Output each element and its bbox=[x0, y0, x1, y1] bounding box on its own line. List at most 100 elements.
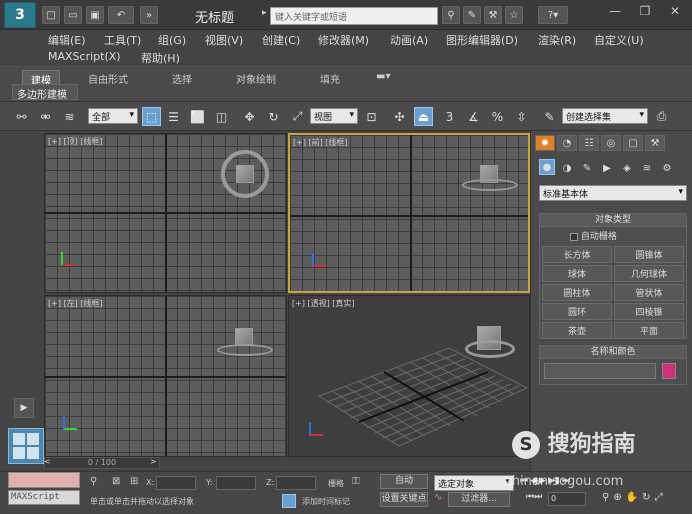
shapes-icon[interactable]: ◑ bbox=[559, 159, 575, 177]
menu-edit[interactable]: 编辑(E) bbox=[48, 32, 86, 48]
tab-freeform[interactable]: 自由形式 bbox=[80, 70, 136, 87]
viewport-layout-icon[interactable] bbox=[8, 428, 44, 464]
z-coordinate-field[interactable] bbox=[276, 476, 316, 490]
object-color-swatch[interactable] bbox=[662, 363, 676, 379]
reference-coord-dropdown[interactable]: 视图 bbox=[310, 108, 358, 124]
rotate-icon[interactable]: ↻ bbox=[264, 107, 283, 126]
viewcube-ring-icon[interactable] bbox=[217, 344, 273, 356]
rectangle-selection-icon[interactable]: ⬜ bbox=[188, 107, 207, 126]
time-prev-icon[interactable]: < bbox=[44, 457, 51, 466]
keyboard-shortcut-override-icon[interactable]: ⏏ bbox=[414, 107, 433, 126]
spinner-snap-icon[interactable]: ⇳ bbox=[512, 107, 531, 126]
tab-selection[interactable]: 选择 bbox=[164, 70, 200, 87]
mirror-icon[interactable]: ⎙ bbox=[652, 107, 671, 126]
restore-icon[interactable]: ❐ bbox=[630, 0, 660, 22]
teapot-button[interactable]: 茶壶 bbox=[542, 322, 612, 339]
tools-icon[interactable]: ✎ bbox=[463, 6, 481, 24]
viewport-top[interactable]: [+] [顶] [线框] bbox=[44, 133, 287, 293]
maximize-viewport-icon[interactable]: ⤢ bbox=[655, 492, 663, 503]
selection-lock-icon[interactable]: ⊠ bbox=[112, 476, 120, 487]
move-icon[interactable]: ✥ bbox=[240, 107, 259, 126]
y-coordinate-field[interactable] bbox=[216, 476, 256, 490]
search-input[interactable]: 键入关键字或短语 bbox=[270, 7, 438, 25]
viewcube-ring-icon[interactable] bbox=[462, 179, 518, 191]
select-manipulate-icon[interactable]: ✣ bbox=[390, 107, 409, 126]
absolute-mode-icon[interactable]: ⊞ bbox=[130, 476, 138, 487]
plane-button[interactable]: 平面 bbox=[614, 322, 684, 339]
rollout-object-type-title[interactable]: 对象类型 bbox=[540, 214, 686, 227]
window-crossing-icon[interactable]: ◫ bbox=[212, 107, 231, 126]
menu-group[interactable]: 组(G) bbox=[158, 32, 186, 48]
selection-set-dropdown[interactable]: 选定对象 bbox=[434, 475, 514, 491]
key-filters-button[interactable]: 过滤器... bbox=[448, 492, 510, 507]
undo-icon[interactable]: ↶ bbox=[108, 6, 134, 24]
viewport-top-label[interactable]: [+] [顶] [线框] bbox=[48, 136, 103, 147]
angle-snap-icon[interactable]: ∡ bbox=[464, 107, 483, 126]
select-object-icon[interactable]: ⬚ bbox=[142, 107, 161, 126]
rollout-name-color-title[interactable]: 名称和颜色 bbox=[540, 346, 686, 359]
key-mode-icon[interactable]: ⏮⏭ bbox=[526, 492, 542, 502]
key-filters-icon[interactable]: ∿ bbox=[434, 492, 442, 503]
community-icon[interactable]: ⚒ bbox=[484, 6, 502, 24]
tab-object-paint[interactable]: 对象绘制 bbox=[228, 70, 284, 87]
motion-tab-icon[interactable]: ◎ bbox=[601, 135, 621, 151]
menu-rendering[interactable]: 渲染(R) bbox=[538, 32, 576, 48]
time-next-icon[interactable]: > bbox=[150, 457, 157, 466]
utilities-tab-icon[interactable]: ⚒ bbox=[645, 135, 665, 151]
new-file-icon[interactable]: □ bbox=[42, 6, 60, 24]
auto-key-button[interactable]: 自动 bbox=[380, 474, 428, 489]
bind-spacewarp-icon[interactable]: ≋ bbox=[60, 107, 79, 126]
pan-icon[interactable]: ✋ bbox=[626, 492, 638, 503]
key-icon[interactable]: ⚿ bbox=[352, 476, 360, 487]
menu-create[interactable]: 创建(C) bbox=[262, 32, 300, 48]
snap-toggle-icon[interactable]: 3 bbox=[440, 107, 459, 126]
ribbon-panel-polygon-modeling[interactable]: 多边形建模 bbox=[12, 84, 78, 101]
display-tab-icon[interactable]: ▢ bbox=[623, 135, 643, 151]
menu-views[interactable]: 视图(V) bbox=[205, 32, 243, 48]
scale-icon[interactable]: ⤢ bbox=[288, 107, 307, 126]
cone-button[interactable]: 圆锥体 bbox=[614, 246, 684, 263]
tab-populate[interactable]: 填充 bbox=[312, 70, 348, 87]
percent-snap-icon[interactable]: % bbox=[488, 107, 507, 126]
pyramid-button[interactable]: 四棱锥 bbox=[614, 303, 684, 320]
play-icon[interactable]: ▶ bbox=[14, 398, 34, 418]
time-slider[interactable]: 0 / 100 bbox=[44, 457, 160, 469]
pivot-center-icon[interactable]: ⊡ bbox=[362, 107, 381, 126]
orbit-icon[interactable]: ↻ bbox=[642, 492, 650, 503]
menu-maxscript[interactable]: MAXScript(X) bbox=[48, 50, 121, 63]
viewport-front-label[interactable]: [+] [前] [线框] bbox=[293, 137, 348, 148]
hierarchy-tab-icon[interactable]: ☷ bbox=[579, 135, 599, 151]
cylinder-button[interactable]: 圆柱体 bbox=[542, 284, 612, 301]
current-frame-field[interactable]: 0 bbox=[548, 492, 586, 506]
geometry-icon[interactable]: ● bbox=[539, 159, 555, 175]
cameras-icon[interactable]: ▶ bbox=[599, 159, 615, 177]
time-tag-icon[interactable] bbox=[282, 494, 296, 508]
maxscript-mini-listener[interactable]: MAXScript bbox=[8, 490, 80, 505]
viewport-perspective[interactable]: [+] [透视] [真实] bbox=[288, 295, 530, 457]
tube-button[interactable]: 管状体 bbox=[614, 284, 684, 301]
minimize-icon[interactable]: — bbox=[600, 0, 630, 22]
app-logo-button[interactable]: 3 bbox=[4, 2, 36, 28]
maxscript-listener-input[interactable] bbox=[8, 472, 80, 488]
viewcube-ring-icon[interactable] bbox=[465, 340, 515, 358]
category-dropdown[interactable]: 标准基本体 bbox=[539, 185, 687, 201]
close-icon[interactable]: ✕ bbox=[660, 0, 690, 22]
viewport-left[interactable]: [+] [左] [线框] bbox=[44, 295, 287, 457]
menu-help[interactable]: 帮助(H) bbox=[141, 50, 180, 66]
object-name-input[interactable] bbox=[544, 363, 656, 379]
select-by-name-icon[interactable]: ☰ bbox=[164, 107, 183, 126]
open-file-icon[interactable]: ▭ bbox=[64, 6, 82, 24]
ribbon-options-icon[interactable]: ▬▾ bbox=[368, 70, 398, 83]
checkbox-icon[interactable] bbox=[570, 232, 578, 241]
viewcube-icon[interactable] bbox=[236, 165, 254, 183]
modify-tab-icon[interactable]: ◔ bbox=[557, 135, 577, 151]
favorites-icon[interactable]: ☆ bbox=[505, 6, 523, 24]
save-icon[interactable]: ▣ bbox=[86, 6, 104, 24]
link-icon[interactable]: ⚯ bbox=[12, 107, 31, 126]
create-tab-icon[interactable]: ✹ bbox=[535, 135, 555, 151]
help-icon[interactable]: ?▾ bbox=[538, 6, 568, 24]
zoom-icon[interactable]: ⚲ bbox=[602, 492, 609, 503]
unlink-icon[interactable]: ⚮ bbox=[36, 107, 55, 126]
x-coordinate-field[interactable] bbox=[156, 476, 196, 490]
menu-tools[interactable]: 工具(T) bbox=[104, 32, 141, 48]
